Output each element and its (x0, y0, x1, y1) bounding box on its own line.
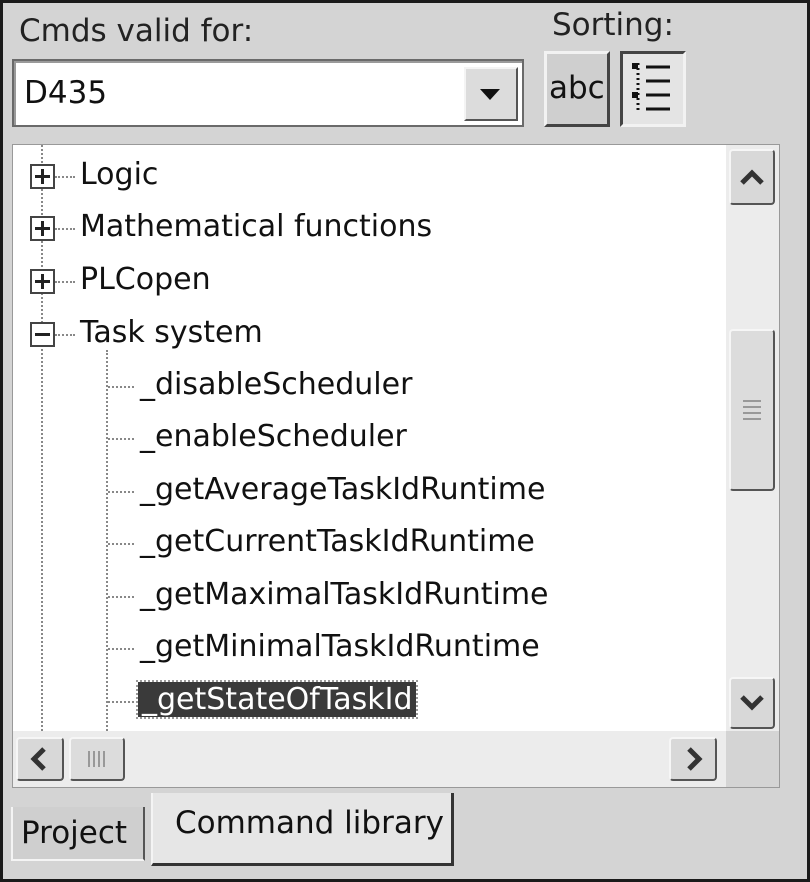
tree-item-label: _enableScheduler (140, 419, 407, 454)
vertical-scrollbar[interactable] (726, 145, 779, 731)
tab-command-library[interactable]: Command library (151, 793, 454, 866)
expand-plus-icon[interactable] (30, 164, 55, 189)
tree-connector (108, 386, 134, 388)
tree-category-label: Logic (80, 157, 159, 192)
grip-icon (88, 751, 105, 767)
tree-connector (55, 281, 75, 283)
sort-by-category-button[interactable] (620, 51, 686, 127)
device-select-value: D435 (24, 75, 108, 111)
tree-guide-line (106, 350, 108, 731)
sort-alphabetical-label: abc (549, 70, 605, 106)
scroll-left-button[interactable] (16, 737, 64, 781)
horizontal-scrollbar[interactable] (13, 731, 726, 787)
scrollbar-corner (726, 731, 779, 787)
tree-connector (55, 334, 75, 336)
tree-item-label: _getMaximalTaskIdRuntime (140, 577, 549, 612)
device-select[interactable]: D435 (12, 59, 524, 127)
chevron-up-icon (740, 169, 764, 185)
sorting-label: Sorting: (552, 7, 674, 43)
chevron-down-icon[interactable] (464, 67, 518, 121)
vertical-scroll-thumb[interactable] (729, 329, 775, 491)
tree-item-label: _getMinimalTaskIdRuntime (140, 629, 540, 664)
tree-connector (108, 491, 134, 493)
tree-connector (108, 438, 134, 440)
chevron-down-icon (740, 695, 764, 711)
scroll-right-button[interactable] (669, 737, 717, 781)
category-list-icon (632, 63, 670, 111)
command-tree[interactable]: Logic Mathematical functions PLCopen Tas… (12, 144, 780, 788)
tree-item-label: _disableScheduler (140, 367, 413, 402)
chevron-left-icon (30, 747, 46, 771)
tree-connector (55, 176, 75, 178)
tab-label: Project (21, 815, 128, 851)
command-library-panel: Cmds valid for: Sorting: D435 abc Logic … (0, 0, 810, 882)
tree-category-label: Mathematical functions (80, 209, 433, 244)
expand-plus-icon[interactable] (30, 269, 55, 294)
sort-alphabetical-button[interactable]: abc (544, 51, 610, 127)
scroll-up-button[interactable] (729, 149, 775, 205)
tree-category-label: PLCopen (80, 262, 211, 297)
tree-item-label: _getAverageTaskIdRuntime (140, 472, 546, 507)
cmds-valid-for-label: Cmds valid for: (19, 13, 254, 49)
scroll-down-button[interactable] (729, 677, 775, 729)
tree-category-label: Task system (80, 315, 263, 350)
tree-connector (108, 543, 134, 545)
tab-label: Command library (175, 805, 444, 841)
tree-connector (108, 701, 134, 703)
collapse-minus-icon[interactable] (30, 322, 55, 347)
expand-plus-icon[interactable] (30, 216, 55, 241)
bottom-tab-strip: Project Command library (3, 793, 807, 879)
tree-item-label: _getStateOfTaskId (135, 680, 419, 719)
chevron-right-icon (687, 747, 703, 771)
tree-connector (55, 228, 75, 230)
tree-item-label: _getCurrentTaskIdRuntime (140, 524, 535, 559)
tab-project[interactable]: Project (11, 807, 145, 861)
grip-icon (743, 400, 761, 420)
tree-connector (108, 648, 134, 650)
horizontal-scroll-thumb[interactable] (69, 737, 125, 781)
tree-connector (108, 596, 134, 598)
